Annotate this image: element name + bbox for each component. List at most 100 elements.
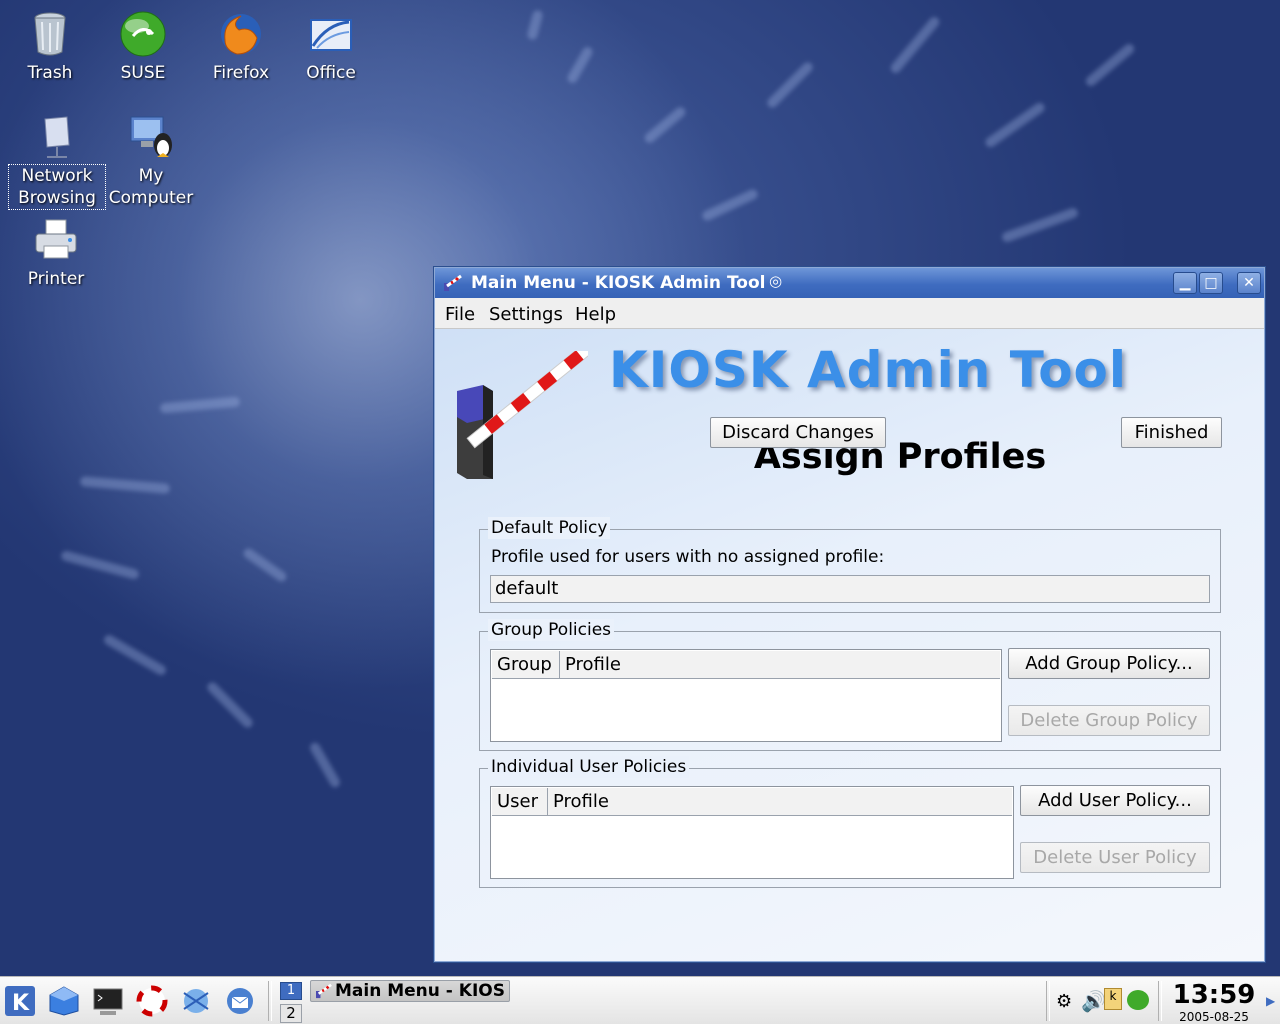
column-header-user[interactable]: User: [492, 788, 548, 816]
wallpaper-streak: [526, 9, 544, 41]
column-header-profile[interactable]: Profile: [548, 788, 1012, 816]
wallpaper-streak: [79, 476, 171, 494]
banner-title: KIOSK Admin Tool: [609, 341, 1128, 399]
wallpaper-streak: [1000, 206, 1080, 244]
konqueror-browser-icon[interactable]: [180, 985, 212, 1017]
column-header-profile[interactable]: Profile: [560, 651, 1000, 679]
firefox-label: Firefox: [212, 63, 270, 83]
wallpaper-streak: [983, 100, 1047, 150]
taskbar: K 1 2 Main Menu - KIOS ⚙ 🔊 k 13:59 2005-…: [0, 976, 1280, 1024]
tray-separator: [1046, 981, 1050, 1021]
default-profile-field[interactable]: default: [490, 575, 1210, 603]
group-policies-list-header: Group Profile: [492, 651, 1000, 679]
suse-label: SUSE: [120, 63, 166, 83]
clock[interactable]: 13:59: [1170, 980, 1258, 1010]
mail-client-icon[interactable]: [224, 985, 256, 1017]
delete-group-policy-button[interactable]: Delete Group Policy: [1008, 705, 1210, 736]
window-content: KIOSK Admin Tool Assign Profiles Default…: [435, 329, 1264, 961]
network-icon: [44, 116, 70, 158]
minimize-button[interactable]: ▁: [1173, 272, 1197, 294]
menu-bar: File Settings Help: [435, 298, 1264, 329]
wallpaper-streak: [241, 546, 289, 584]
desktop: Trash SUSE Firefox Office Network Browsi…: [0, 0, 1280, 976]
date: 2005-08-25: [1179, 1010, 1249, 1024]
maximize-button[interactable]: □: [1199, 272, 1223, 294]
kiosk-app-icon: [444, 274, 462, 291]
virtual-desktop-1[interactable]: 1: [280, 982, 302, 1000]
wallpaper-streak: [102, 633, 168, 677]
add-group-policy-button[interactable]: Add Group Policy...: [1008, 648, 1210, 679]
menu-file[interactable]: File: [445, 304, 475, 325]
network-browsing-desktop-icon[interactable]: Network Browsing: [8, 113, 106, 210]
finished-button[interactable]: Finished: [1121, 417, 1222, 448]
trash-desktop-icon[interactable]: Trash: [2, 10, 98, 84]
window-titlebar[interactable]: Main Menu - KIOSK Admin Tool ◎ ▁ □ ✕: [435, 268, 1264, 298]
office-desktop-icon[interactable]: Office: [283, 10, 379, 84]
my-computer-desktop-icon[interactable]: My Computer: [103, 113, 199, 209]
virtual-desktop-2[interactable]: 2: [280, 1004, 302, 1023]
minimize-icon: ▁: [1179, 275, 1191, 291]
discard-changes-button[interactable]: Discard Changes: [710, 417, 886, 448]
wallpaper-streak: [1083, 41, 1137, 89]
taskbar-window-label: Main Menu - KIOS: [335, 981, 505, 1001]
maximize-icon: □: [1204, 275, 1218, 291]
taskbar-expand-arrow-icon[interactable]: ▶: [1266, 994, 1275, 1008]
window-title: Main Menu - KIOSK Admin Tool: [471, 273, 766, 293]
firefox-desktop-icon[interactable]: Firefox: [193, 10, 289, 84]
network-browsing-label: Network Browsing: [8, 164, 106, 210]
default-policy-group: Default Policy Profile used for users wi…: [479, 517, 1221, 613]
office-label: Office: [306, 63, 356, 83]
user-policies-list-header: User Profile: [492, 788, 1012, 816]
group-policies-legend: Group Policies: [488, 619, 615, 641]
trash-icon: [34, 12, 66, 56]
group-policies-group: Group Policies Group Profile Add Group P…: [479, 619, 1221, 751]
wallpaper-streak: [205, 680, 255, 730]
column-header-group[interactable]: Group: [492, 651, 560, 679]
close-icon: ✕: [1243, 275, 1255, 291]
kiosk-app-icon: [316, 983, 332, 999]
wallpaper-streak: [308, 740, 342, 790]
trash-label: Trash: [27, 63, 73, 83]
svg-text:K: K: [12, 991, 30, 1016]
computer-icon: [130, 116, 172, 157]
volume-tray-icon[interactable]: 🔊: [1081, 989, 1106, 1013]
default-policy-legend: Default Policy: [488, 517, 611, 539]
add-user-policy-button[interactable]: Add User Policy...: [1020, 785, 1210, 816]
menu-settings[interactable]: Settings: [489, 304, 563, 325]
delete-user-policy-button[interactable]: Delete User Policy: [1020, 842, 1210, 873]
terminal-icon[interactable]: [92, 985, 124, 1017]
user-policies-group: Individual User Policies User Profile Ad…: [479, 756, 1221, 888]
wallpaper-streak: [765, 60, 815, 110]
default-policy-label: Profile used for users with no assigned …: [491, 547, 885, 567]
my-computer-label: My Computer: [108, 166, 194, 208]
wallpaper-streak: [888, 14, 942, 76]
printer-label: Printer: [27, 269, 85, 289]
help-lifebuoy-icon[interactable]: [136, 985, 168, 1017]
sticky-pin-icon[interactable]: ◎: [769, 272, 782, 290]
wallpaper-streak: [159, 396, 241, 414]
group-policies-list[interactable]: Group Profile: [490, 649, 1002, 742]
home-folder-icon[interactable]: [48, 985, 80, 1017]
suse-icon: [120, 11, 166, 57]
taskbar-window-button[interactable]: Main Menu - KIOS: [310, 980, 510, 1002]
klipper-tray-icon[interactable]: k: [1104, 988, 1122, 1010]
network-tray-icon[interactable]: ⚙: [1056, 991, 1072, 1012]
menu-help[interactable]: Help: [575, 304, 616, 325]
wallpaper-streak: [700, 187, 760, 223]
close-button[interactable]: ✕: [1237, 272, 1261, 294]
firefox-icon: [221, 14, 261, 55]
wallpaper-streak: [642, 105, 688, 145]
suse-updater-tray-icon[interactable]: [1127, 990, 1149, 1010]
wallpaper-streak: [60, 549, 140, 581]
printer-icon: [35, 219, 77, 259]
kde-menu-icon[interactable]: K: [4, 985, 36, 1017]
office-icon: [310, 19, 352, 51]
suse-desktop-icon[interactable]: SUSE: [95, 10, 191, 84]
user-policies-legend: Individual User Policies: [488, 756, 690, 778]
kiosk-admin-window: Main Menu - KIOSK Admin Tool ◎ ▁ □ ✕ Fil…: [433, 266, 1266, 963]
taskbar-separator: [268, 981, 272, 1021]
clock-separator: [1158, 981, 1162, 1021]
user-policies-list[interactable]: User Profile: [490, 786, 1014, 879]
printer-desktop-icon[interactable]: Printer: [8, 216, 104, 290]
wallpaper-streak: [565, 45, 595, 85]
